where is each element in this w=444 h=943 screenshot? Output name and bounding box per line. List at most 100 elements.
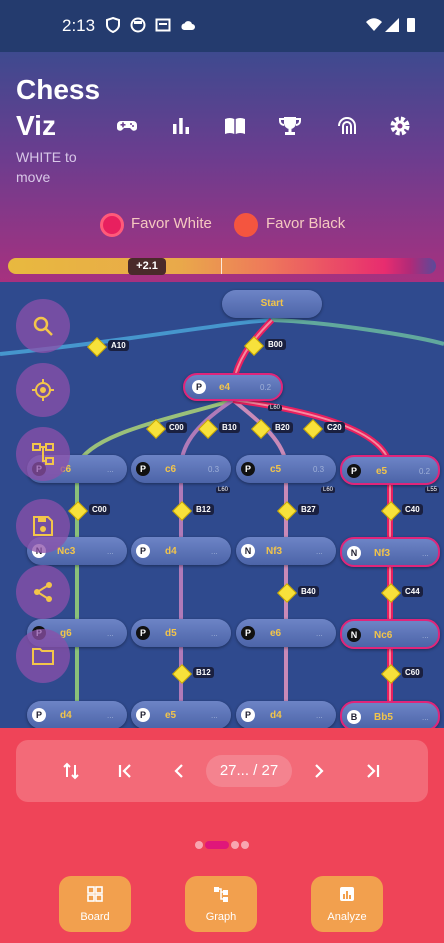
page-indicator-dot-active[interactable] [205,841,229,849]
move-score: ... [107,629,114,638]
evaluation-bar [8,258,436,274]
cloud-icon [181,21,195,30]
app-header: Chess Viz WHITE to move Favor White Favo… [0,52,444,282]
move-label: d4 [60,710,72,721]
move-label: d4 [270,710,282,721]
move-label: e5 [376,466,388,477]
eco-label: B20 [272,422,293,433]
settings-icon[interactable] [388,114,412,138]
previous-move-icon[interactable] [170,762,188,780]
favor-black-dot [234,213,258,237]
share-button[interactable] [16,565,70,619]
eco-label: B40 [298,586,319,597]
move-score: ... [107,547,114,556]
flip-board-icon[interactable] [62,762,80,780]
piece-badge: P [136,544,150,558]
favor-white-label: Favor White [131,215,212,232]
tab-analyze-label: Analyze [327,911,367,923]
start-label: Start [260,298,284,309]
move-score: 0.3 [313,465,325,474]
move-score: ... [316,629,323,638]
move-node-nc6[interactable]: N Nc6 ... [340,619,440,649]
piece-badge: N [347,546,361,560]
depth-badge: L60 [268,405,283,411]
last-move-icon[interactable] [364,762,382,780]
piece-badge: N [347,628,361,642]
book-icon[interactable] [223,114,247,138]
move-score: ... [316,711,323,720]
piece-badge: B [347,710,361,724]
calendar-icon [155,18,171,32]
move-score: ... [422,631,429,640]
page-indicator-dot[interactable] [231,841,239,849]
move-score: ... [211,711,218,720]
move-score: ... [316,547,323,556]
piece-badge: P [192,380,206,394]
move-graph[interactable]: Start A10 B00 P e4 0.2 L60 C00 B10 B20 C… [0,282,444,728]
move-node-e5[interactable]: P e5 ... [131,701,231,728]
eco-label: C20 [324,422,345,433]
move-node-e4[interactable]: P e4 0.2 [183,373,283,401]
move-node-bb5[interactable]: B Bb5 ... [340,701,440,728]
move-label: Bb5 [374,712,393,723]
move-score: ... [422,713,429,722]
favor-black-label: Favor Black [266,215,346,232]
page-indicator-dot[interactable] [195,841,203,849]
tab-board[interactable]: Board [59,876,131,932]
start-node[interactable]: Start [222,290,322,318]
depth-badge: L60 [321,487,336,493]
search-button[interactable] [16,299,70,353]
move-node-d4[interactable]: P d4 ... [27,701,127,728]
move-label: Nc3 [57,546,76,557]
status-time: 2:13 [62,16,96,35]
trophy-icon[interactable] [278,114,302,138]
move-node-nf3[interactable]: N Nf3 ... [340,537,440,567]
tab-board-label: Board [80,911,110,923]
move-score: ... [422,549,429,558]
evaluation-value: +2.1 [128,258,166,275]
locate-button[interactable] [16,363,70,417]
piece-badge: P [347,464,361,478]
bar-chart-icon[interactable] [169,114,193,138]
move-label: e6 [270,628,282,639]
fingerprint-icon[interactable] [335,114,359,138]
piece-badge: P [32,708,46,722]
move-node-c6[interactable]: P c6 0.3 [131,455,231,483]
move-label: Nf3 [374,548,391,559]
page-indicator-dot[interactable] [241,841,249,849]
tab-graph[interactable]: Graph [185,876,257,932]
next-move-icon[interactable] [310,762,328,780]
piece-badge: P [241,462,255,476]
face-icon [130,17,146,33]
open-folder-button[interactable] [16,629,70,683]
piece-badge: P [241,708,255,722]
move-counter[interactable]: 27... / 27 [206,755,292,787]
move-node-c5[interactable]: P c5 0.3 [236,455,336,483]
move-node-d4[interactable]: P d4 ... [236,701,336,728]
move-node-e5[interactable]: P e5 0.2 [340,455,440,485]
move-score: 0.3 [208,465,220,474]
analytics-icon [340,887,354,901]
move-label: Nc6 [374,630,393,641]
tree-layout-button[interactable] [16,427,70,481]
move-score: ... [107,711,114,720]
move-navigation: 27... / 27 [16,740,428,802]
move-node-d4[interactable]: P d4 ... [131,537,231,565]
piece-badge: P [136,462,150,476]
move-label: e4 [219,382,231,393]
save-button[interactable] [16,499,70,553]
move-node-e6[interactable]: P e6 ... [236,619,336,647]
move-node-nf3[interactable]: N Nf3 ... [236,537,336,565]
graph-icon [214,887,228,902]
eco-label: B27 [298,504,319,515]
eco-label: C00 [166,422,187,433]
share-icon [34,582,52,602]
tab-analyze[interactable]: Analyze [311,876,383,932]
move-label: Nf3 [266,546,283,557]
move-label: d5 [165,628,177,639]
move-node-d5[interactable]: P d5 ... [131,619,231,647]
first-move-icon[interactable] [116,762,134,780]
gamepad-icon[interactable] [115,114,139,138]
move-score: ... [211,629,218,638]
eco-label: B10 [219,422,240,433]
